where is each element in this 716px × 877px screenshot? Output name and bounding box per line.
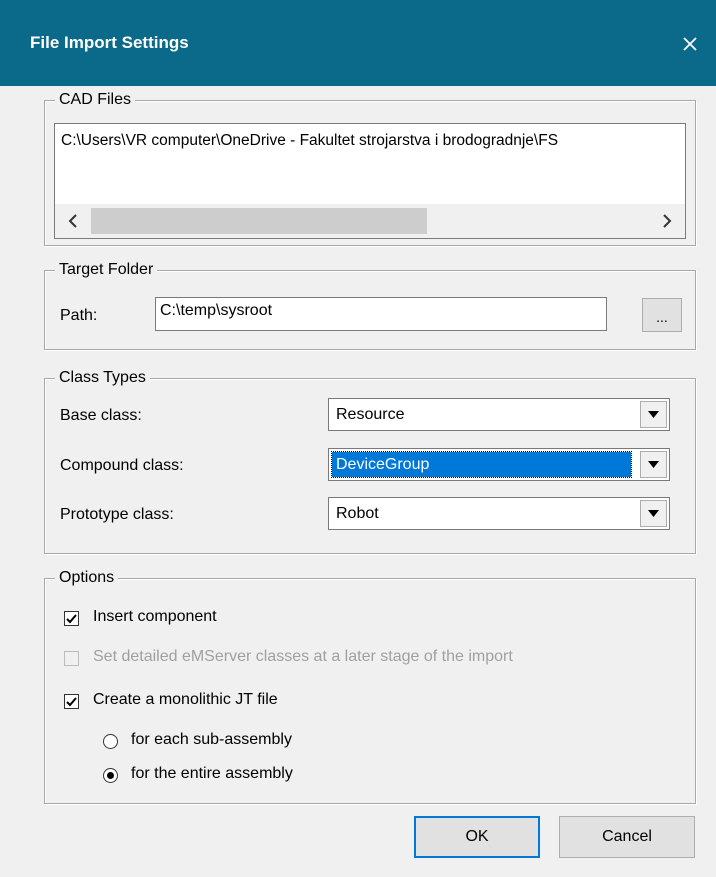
close-icon xyxy=(683,37,697,51)
title-bar: File Import Settings xyxy=(0,0,716,86)
class-types-group-label: Class Types xyxy=(55,367,150,389)
cad-files-group: CAD Files C:\Users\VR computer\OneDrive … xyxy=(44,89,696,246)
entire-assembly-label[interactable]: for the entire assembly xyxy=(131,765,293,783)
horizontal-scrollbar[interactable] xyxy=(55,204,685,238)
prototype-class-select[interactable]: Robot xyxy=(328,497,670,530)
compound-class-value: DeviceGroup xyxy=(331,451,632,478)
options-group: Options Insert component Set detailed eM… xyxy=(44,567,696,804)
chevron-left-icon xyxy=(68,214,77,228)
cad-file-entry[interactable]: C:\Users\VR computer\OneDrive - Fakultet… xyxy=(61,132,558,150)
set-detailed-classes-label: Set detailed eMServer classes at a later… xyxy=(93,648,513,665)
prototype-class-value: Robot xyxy=(336,505,379,522)
chevron-right-icon xyxy=(663,214,672,228)
set-detailed-classes-checkbox xyxy=(64,651,79,666)
target-folder-group-label: Target Folder xyxy=(55,259,158,281)
base-class-value: Resource xyxy=(336,406,405,423)
scroll-left-button[interactable] xyxy=(55,204,91,238)
cancel-button[interactable]: Cancel xyxy=(559,816,695,858)
base-class-dropdown-button[interactable] xyxy=(640,401,667,428)
each-sub-assembly-label[interactable]: for each sub-assembly xyxy=(131,731,292,749)
each-sub-assembly-radio[interactable] xyxy=(103,734,118,749)
caret-down-icon xyxy=(648,461,659,468)
scroll-right-button[interactable] xyxy=(649,204,685,238)
monolithic-jt-checkbox[interactable] xyxy=(64,694,79,709)
entire-assembly-radio[interactable] xyxy=(103,768,118,783)
prototype-class-label: Prototype class: xyxy=(60,506,174,523)
cad-files-group-label: CAD Files xyxy=(55,89,136,111)
window-title: File Import Settings xyxy=(30,33,189,52)
cad-files-list[interactable]: C:\Users\VR computer\OneDrive - Fakultet… xyxy=(54,123,686,239)
file-import-settings-dialog: File Import Settings CAD Files C:\Users\… xyxy=(0,0,716,877)
options-group-label: Options xyxy=(55,567,119,589)
base-class-label: Base class: xyxy=(60,407,142,424)
close-button[interactable] xyxy=(664,22,716,66)
ok-button[interactable]: OK xyxy=(414,816,540,858)
compound-class-dropdown-button[interactable] xyxy=(640,451,667,478)
checkmark-icon xyxy=(66,613,77,623)
path-input[interactable]: C:\temp\sysroot xyxy=(155,297,607,331)
compound-class-select[interactable]: DeviceGroup xyxy=(328,448,670,481)
base-class-select[interactable]: Resource xyxy=(328,398,670,431)
caret-down-icon xyxy=(648,411,659,418)
insert-component-checkbox[interactable] xyxy=(64,611,79,626)
class-types-group: Class Types Base class: Resource Compoun… xyxy=(44,367,696,554)
insert-component-label[interactable]: Insert component xyxy=(93,608,217,626)
browse-button[interactable]: ... xyxy=(642,298,682,332)
path-label: Path: xyxy=(60,307,98,324)
caret-down-icon xyxy=(648,510,659,517)
radio-selected-dot xyxy=(107,772,114,779)
monolithic-jt-label[interactable]: Create a monolithic JT file xyxy=(93,691,278,709)
scroll-thumb[interactable] xyxy=(91,208,427,234)
target-folder-group: Target Folder Path: C:\temp\sysroot ... xyxy=(44,259,696,350)
compound-class-label: Compound class: xyxy=(60,457,184,474)
prototype-class-dropdown-button[interactable] xyxy=(640,500,667,527)
checkmark-icon xyxy=(66,696,77,706)
